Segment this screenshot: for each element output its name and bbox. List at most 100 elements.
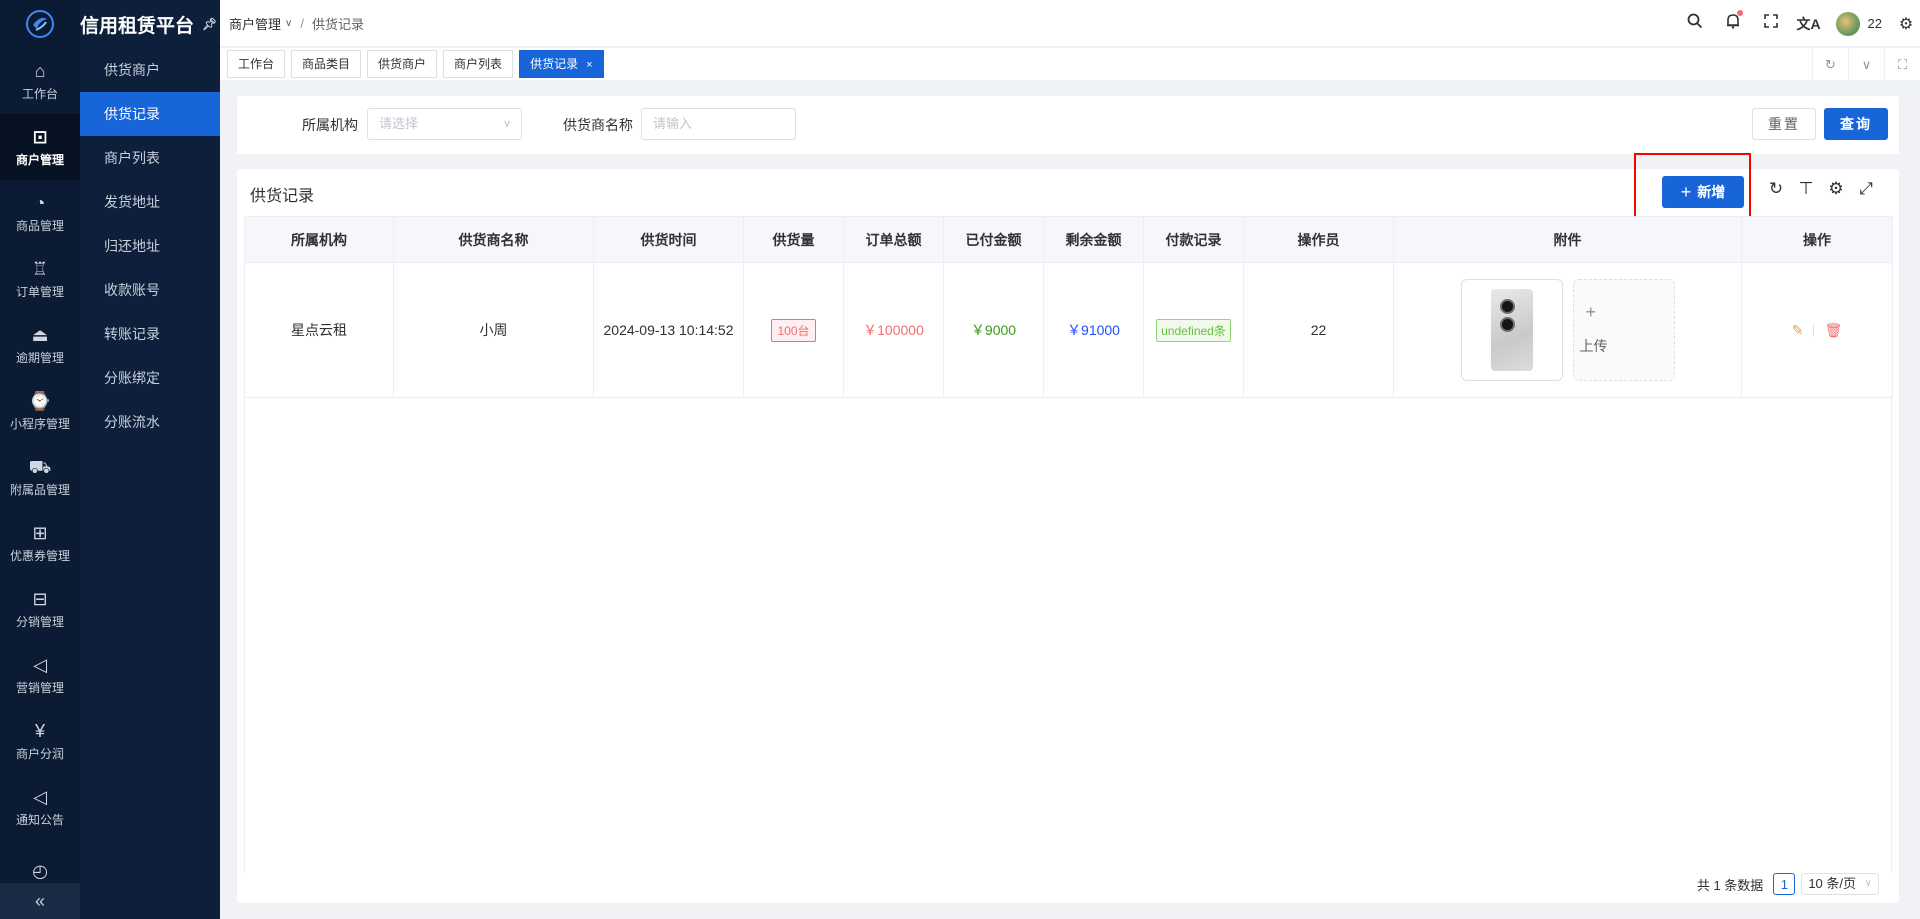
submenu-item[interactable]: 分账绑定 [80,356,220,400]
column-header: 订单总额 [843,216,944,263]
plus-icon: + [1585,302,1597,322]
rail-item-8[interactable]: ⊟ 分销管理 [0,576,80,642]
fullscreen-icon[interactable] [1752,14,1790,33]
panel-title: 供货记录 [250,188,315,205]
brand: 信用租赁平台 📌︎ [80,0,220,48]
clock-icon: ◴ [32,861,48,881]
icon-sidebar: ⌂ 工作台 ⊡ 商户管理 ◔ 商品管理 ♖ 订单管理 ⏏ 逾期管理 ⌚ 小程序管理 ⛟ 附属品管理 ⊞ 优惠券… [0,0,80,919]
table-header-row: 所属机构 供货商名称 供货时间 供货量 订单总额 已付金额 剩余金额 付款记录 操作员 附件 操作 [244,216,1893,263]
submenu-item[interactable]: 归还地址 [80,224,220,268]
rail-item-label: 分销管理 [15,614,64,629]
cell-total: ￥100000 [843,262,944,398]
username[interactable]: 22 [1868,16,1882,31]
payments-tag[interactable]: undefined条 [1156,318,1231,342]
search-icon[interactable] [1676,13,1714,34]
chevron-down-icon[interactable]: ∨ [1848,48,1884,81]
rail-item-7[interactable]: ⊞ 优惠券管理 [0,510,80,576]
shopping-bag-icon: ⊡ [32,126,48,147]
breadcrumb-separator: / [300,15,304,31]
delete-icon[interactable]: 🗑︎ [1824,322,1842,338]
apple-icon: ◔ [34,192,46,213]
attachment-thumbnail[interactable] [1460,279,1563,381]
cell-qty: 100台 [743,262,844,398]
translate-icon[interactable]: 文A [1790,14,1828,34]
tab[interactable]: 商户列表 [443,50,514,78]
cell-paid: ￥9000 [943,262,1044,398]
tab[interactable]: 商品类目 [291,50,362,78]
yen-icon: ¥ [34,720,45,741]
page-number[interactable]: 1 [1773,873,1796,895]
refresh-icon[interactable]: ↻ [1761,179,1791,199]
column-header: 所属机构 [244,216,394,263]
rail-item-label: 小程序管理 [9,416,70,431]
tab[interactable]: 供货商户 [367,50,438,78]
supply-records-table: 所属机构 供货商名称 供货时间 供货量 订单总额 已付金额 剩余金额 付款记录 操作员 附件 操作 … [244,216,1893,398]
breadcrumb-parent[interactable]: 商户管理 [229,14,281,33]
table-panel: 供货记录 + 新增 ↻ ⊤ ⚙ ⤢ 所属机构 供货商名称 供货时间 供货量 订单总额 已付… [237,153,1899,903]
collapse-sidebar-button[interactable]: « [0,883,80,919]
tabs-tools: ↻ ∨ ⛶ [1812,48,1920,81]
submenu-item[interactable]: 供货商户 [80,48,220,92]
pin-icon[interactable]: 📌︎ [202,17,217,31]
org-label: 所属机构 [302,117,358,133]
rail-item-1[interactable]: ⊡ 商户管理 [0,114,80,180]
top-header: 商户管理 ∨ / 供货记录 文A 22 ⚙ [220,0,1920,47]
rail-item-9[interactable]: ◁ 营销管理 [0,642,80,708]
submenu-item[interactable]: 商户列表 [80,136,220,180]
rail-item-label: 营销管理 [15,680,64,695]
rail-item-2[interactable]: ◔ 商品管理 [0,180,80,246]
cell-org: 星点云租 [244,262,394,398]
rail-item-label: 逾期管理 [15,350,64,365]
submenu-item[interactable]: 供货记录 [80,92,220,136]
supplier-name-input[interactable]: 请输入 [641,108,796,140]
trophy-icon: ♖ [31,258,49,279]
notice-icon: ◁ [33,786,47,807]
pagination-summary: 共 1 条数据 [1696,877,1764,893]
tabs-bar: 工作台 商品类目 供货商户 商户列表 供货记录 × ↻ ∨ ⛶ [220,48,1920,81]
pagination: 共 1 条数据 1 10 条/页 ∨ [1697,873,1879,895]
home-icon: ⌂ [34,60,46,81]
megaphone-icon: ◁ [33,654,47,675]
rail-item-11[interactable]: ◁ 通知公告 [0,774,80,840]
submenu-item[interactable]: 转账记录 [80,312,220,356]
rail-item-5[interactable]: ⌚ 小程序管理 [0,378,80,444]
upload-button[interactable]: + 上传 [1572,279,1675,381]
supplier-name-label: 供货商名称 [563,117,633,133]
submenu-item[interactable]: 发货地址 [80,180,220,224]
close-icon[interactable]: × [586,59,592,71]
query-button[interactable]: 查询 [1824,108,1888,140]
settings-icon[interactable]: ⚙ [1821,179,1851,199]
rail-item-10[interactable]: ¥ 商户分润 [0,708,80,774]
org-select[interactable]: 请选择 ∨ [367,108,522,140]
rail-item-0[interactable]: ⌂ 工作台 [0,48,80,114]
page-size-select[interactable]: 10 条/页 ∨ [1801,873,1879,895]
rail-item-label: 商户分润 [15,746,64,761]
refresh-tab-icon[interactable]: ↻ [1812,48,1848,81]
rail-item-4[interactable]: ⏏ 逾期管理 [0,312,80,378]
qty-tag: 100台 [771,318,816,342]
reset-button[interactable]: 重置 [1752,108,1816,140]
rail-item-label: 附属品管理 [9,482,70,497]
bell-icon[interactable] [1714,10,1752,34]
tab[interactable]: 工作台 [227,50,286,78]
avatar[interactable] [1835,11,1860,36]
maximize-icon[interactable]: ⛶ [1884,48,1920,81]
fullscreen-icon[interactable]: ⤢ [1851,179,1881,199]
rail-item-6[interactable]: ⛟ 附属品管理 [0,444,80,510]
rail-item-label: 订单管理 [15,284,64,299]
tab[interactable]: 供货记录 × [519,50,604,78]
submenu-item[interactable]: 收款账号 [80,268,220,312]
rail-item-3[interactable]: ♖ 订单管理 [0,246,80,312]
supplier-name-placeholder: 请输入 [653,116,693,131]
column-header: 供货商名称 [393,216,594,263]
add-button[interactable]: + 新增 [1662,176,1744,208]
edit-icon[interactable]: ✎ [1792,322,1804,338]
chevron-down-icon: ∨ [1864,878,1872,889]
gear-icon[interactable]: ⚙ [1892,14,1920,34]
rail-item-label: 商品管理 [15,218,64,233]
column-height-icon[interactable]: ⊤ [1791,179,1821,199]
cell-attachments: + 上传 [1393,262,1742,398]
submenu-item[interactable]: 分账流水 [80,400,220,444]
cell-operator: 22 [1243,262,1394,398]
rail-item-label: 优惠券管理 [9,548,70,563]
